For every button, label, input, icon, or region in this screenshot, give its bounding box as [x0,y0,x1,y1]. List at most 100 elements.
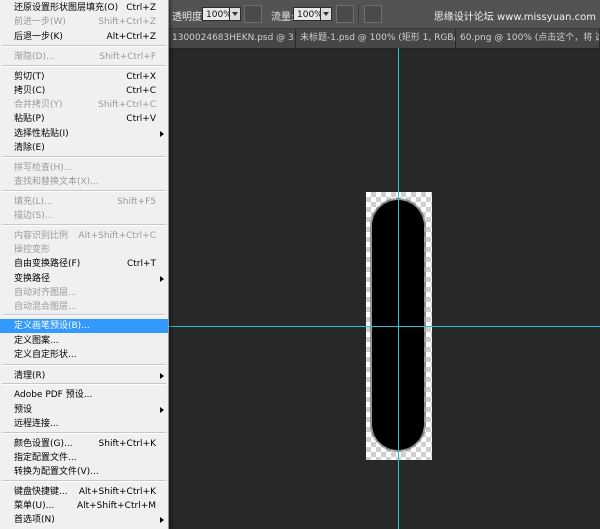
flow-label: 流量: [271,12,295,23]
menu-item-label: 菜单(U)... [14,501,55,511]
menu-item[interactable]: 定义自定形状... [0,348,168,362]
menu-item[interactable]: 自由变换路径(F) Ctrl+T [0,257,168,271]
menu-item[interactable]: 粘贴(P) Ctrl+V [0,112,168,126]
menu-item[interactable]: 查找和替换文本(X)... [0,175,168,189]
menu-item-label: 粘贴(P) [14,114,45,124]
menu-item[interactable]: 剪切(T) Ctrl+X [0,70,168,84]
submenu-arrow-icon [160,517,164,523]
menu-item[interactable]: 渐隐(D)... Shift+Ctrl+F [0,50,168,64]
flow-input[interactable]: 100% [293,7,323,21]
menu-separator [2,364,166,366]
menu-item-label: 转换为配置文件(V)... [14,467,99,477]
menu-item-label: 填充(L)... [14,197,53,207]
menu-item-shortcut: Shift+F5 [117,197,156,207]
menu-item-shortcut: Ctrl+C [126,86,156,96]
menu-item-shortcut: Shift+Ctrl+Z [98,17,156,27]
menu-item-label: 清除(E) [14,143,45,153]
menu-item-shortcut: Alt+Shift+Ctrl+M [76,501,156,511]
flow-dropdown-icon[interactable] [320,7,332,21]
airbrush-icon[interactable] [336,5,354,23]
menu-item-label: 自动对齐图层... [14,288,77,298]
menu-item[interactable]: 填充(L)... Shift+F5 [0,195,168,209]
menu-item[interactable]: 颜色设置(G)... Shift+Ctrl+K [0,437,168,451]
submenu-arrow-icon [160,276,164,282]
menu-item[interactable]: 转换为配置文件(V)... [0,465,168,479]
menu-item-label: 预设 [14,405,33,415]
menu-item-label: 定义画笔预设(B)... [14,321,90,331]
tab-document-3[interactable]: 60.png @ 100% (点击这个，将 选区转 [456,29,600,48]
opacity-input[interactable]: 100% [202,7,232,21]
menu-item-shortcut: Ctrl+T [126,259,156,269]
menu-separator [2,156,166,158]
menu-separator [2,432,166,434]
menu-item-label: 首选项(N) [14,515,55,525]
menu-item-shortcut: Ctrl+V [126,114,156,124]
toolbar-separator [358,5,359,23]
menu-item[interactable]: 还原设置形状图层填充(O) Ctrl+Z [0,1,168,15]
menu-separator [2,190,166,192]
menu-item-label: 后退一步(K) [14,32,63,42]
menu-item[interactable]: 清理(R) [0,369,168,383]
menu-item-shortcut: Alt+Shift+Ctrl+K [78,487,156,497]
menu-separator [2,45,166,47]
menu-item[interactable]: 内容识别比例 Alt+Shift+Ctrl+C [0,229,168,243]
menu-item-label: 描边(S)... [14,211,54,221]
menu-item-label: 还原设置形状图层填充(O) [14,3,119,13]
submenu-arrow-icon [160,131,164,137]
menu-item-shortcut: Alt+Shift+Ctrl+C [78,231,156,241]
menu-item-label: 操控变形 [14,245,51,255]
menu-item[interactable]: 自动混合图层... [0,300,168,314]
menu-item[interactable]: 菜单(U)... Alt+Shift+Ctrl+M [0,499,168,513]
vertical-guide[interactable] [398,48,399,529]
menu-item-label: 颜色设置(G)... [14,439,73,449]
opacity-label: 透明度: [172,12,206,23]
menu-item-label: 拷贝(C) [14,86,46,96]
menu-item[interactable]: 预设 [0,403,168,417]
opacity-dropdown-icon[interactable] [229,7,241,21]
menu-item[interactable]: Adobe PDF 预设... [0,388,168,402]
menu-item[interactable]: 清除(E) [0,141,168,155]
menu-item[interactable]: 自动对齐图层... [0,286,168,300]
menu-item-label: 变换路径 [14,274,51,284]
menu-item-label: 远程连接... [14,419,59,429]
menu-item[interactable]: 后退一步(K) Alt+Ctrl+Z [0,30,168,44]
menu-item[interactable]: 前进一步(W) Shift+Ctrl+Z [0,15,168,29]
menu-item[interactable]: 键盘快捷键... Alt+Shift+Ctrl+K [0,485,168,499]
menu-item-label: 自由变换路径(F) [14,259,81,269]
menu-item-shortcut: Ctrl+X [126,72,156,82]
menu-item[interactable]: 描边(S)... [0,209,168,223]
menu-item[interactable]: 首选项(N) [0,513,168,527]
menu-item[interactable]: 操控变形 [0,243,168,257]
tab-document-1[interactable]: 1300024683HEKN.psd @ 3... [168,29,296,48]
menu-separator [2,224,166,226]
menu-item[interactable]: 选择性粘贴(I) [0,127,168,141]
menu-item-shortcut: Shift+Ctrl+C [98,100,156,110]
menu-item[interactable]: 定义图案... [0,334,168,348]
menu-item[interactable]: 拼写检查(H)... [0,161,168,175]
menu-item[interactable]: 定义画笔预设(B)... [0,319,168,333]
watermark: 思缘设计论坛 www.missyuan.com [433,12,596,23]
menu-item[interactable]: 指定配置文件... [0,451,168,465]
menu-item-label: 键盘快捷键... [14,487,68,497]
menu-item-label: 清理(R) [14,371,46,381]
menu-separator [2,65,166,67]
pressure-opacity-icon[interactable] [244,5,262,23]
pressure-size-icon[interactable] [364,5,382,23]
menu-item-label: 合并拷贝(Y) [14,100,63,110]
submenu-arrow-icon [160,373,164,379]
menu-item-label: 拼写检查(H)... [14,163,73,173]
menu-item[interactable]: 合并拷贝(Y) Shift+Ctrl+C [0,98,168,112]
menu-item-label: 剪切(T) [14,72,45,82]
menu-item-label: 内容识别比例 [14,231,69,241]
menu-item[interactable]: 变换路径 [0,272,168,286]
menu-item-shortcut: Shift+Ctrl+F [99,52,156,62]
menu-item-label: 自动混合图层... [14,302,77,312]
tab-document-2[interactable]: 未标题-1.psd @ 100% (矩形 1, RGB/... [296,29,456,48]
menu-item[interactable]: 远程连接... [0,417,168,431]
menu-item-label: 定义图案... [14,336,59,346]
menu-item-label: 指定配置文件... [14,453,77,463]
menu-item-label: 渐隐(D)... [14,52,55,62]
menu-item-label: Adobe PDF 预设... [14,390,93,400]
edit-menu: 还原设置形状图层填充(O) Ctrl+Z 前进一步(W) Shift+Ctrl+Z 后退… [0,0,169,529]
menu-item[interactable]: 拷贝(C) Ctrl+C [0,84,168,98]
